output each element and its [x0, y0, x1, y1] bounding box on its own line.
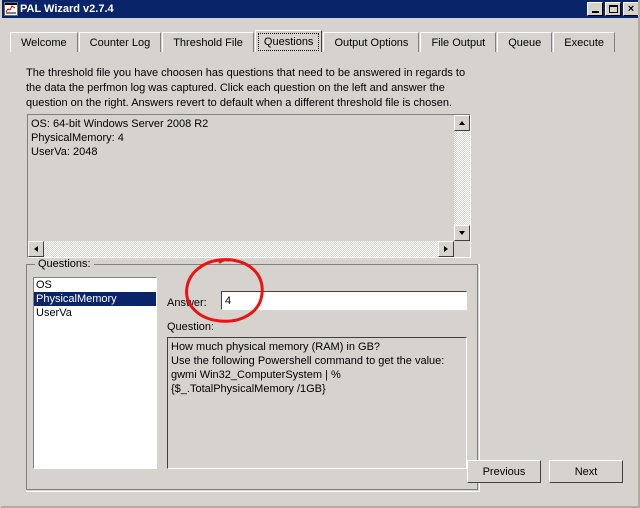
title-bar[interactable]: PAL Wizard v2.7.4 × — [2, 0, 638, 18]
tab-execute[interactable]: Execute — [553, 32, 616, 52]
horizontal-scrollbar[interactable] — [28, 241, 454, 257]
tab-label: Questions — [263, 35, 314, 48]
answers-summary-box[interactable]: OS: 64-bit Windows Server 2008 R2 Physic… — [27, 114, 471, 258]
questions-group-legend: Questions: — [35, 258, 94, 270]
tab-welcome[interactable]: Welcome — [10, 32, 78, 52]
list-item[interactable]: OS — [34, 278, 156, 292]
scroll-left-button[interactable] — [28, 241, 44, 257]
tab-label: Execute — [564, 36, 605, 49]
list-item[interactable]: PhysicalMemory — [34, 292, 156, 306]
page-description: The threshold file you have choosen has … — [26, 67, 466, 109]
chevron-left-icon — [34, 246, 38, 252]
question-text-box: How much physical memory (RAM) in GB? Us… — [167, 337, 467, 469]
tab-label: Queue — [508, 36, 542, 49]
questions-list[interactable]: OS PhysicalMemory UserVa — [33, 277, 157, 469]
scroll-right-button[interactable] — [438, 241, 454, 257]
tab-counter-log[interactable]: Counter Log — [78, 32, 162, 52]
minimize-button[interactable] — [587, 2, 603, 16]
minimize-icon — [591, 11, 599, 13]
close-button[interactable]: × — [623, 2, 638, 16]
tab-threshold-file[interactable]: Threshold File — [162, 32, 254, 52]
tab-file-output[interactable]: File Output — [420, 32, 497, 52]
window-controls: × — [587, 2, 638, 16]
tab-output-options[interactable]: Output Options — [323, 32, 420, 52]
tab-label: Output Options — [334, 36, 409, 49]
tab-label: Counter Log — [89, 36, 151, 49]
tab-label: File Output — [431, 36, 486, 49]
next-button[interactable]: Next — [549, 460, 623, 483]
previous-button[interactable]: Previous — [467, 460, 541, 483]
vertical-scrollbar[interactable] — [454, 115, 470, 241]
tab-label: Welcome — [21, 36, 67, 49]
scrollbar-corner — [454, 241, 470, 257]
maximize-button[interactable] — [605, 2, 621, 16]
tab-label: Threshold File — [173, 36, 243, 49]
tab-queue[interactable]: Queue — [497, 32, 553, 52]
list-item[interactable]: UserVa — [34, 306, 156, 320]
chevron-down-icon — [459, 231, 465, 235]
chart-icon — [4, 2, 18, 16]
maximize-icon — [608, 5, 618, 13]
question-label: Question: — [167, 321, 215, 333]
window-title: PAL Wizard v2.7.4 — [20, 3, 114, 15]
answer-input[interactable] — [221, 291, 467, 310]
pal-wizard-window: PAL Wizard v2.7.4 × Welcome Counter Log … — [0, 0, 640, 508]
answer-label: Answer: — [167, 297, 207, 309]
tab-questions[interactable]: Questions — [254, 30, 323, 52]
scroll-down-button[interactable] — [454, 225, 470, 241]
questions-page: The threshold file you have choosen has … — [8, 52, 636, 502]
questions-group-box: Questions: OS PhysicalMemory UserVa Answ… — [26, 258, 480, 492]
chevron-up-icon — [459, 121, 465, 125]
scroll-up-button[interactable] — [454, 115, 470, 131]
close-icon: × — [627, 3, 635, 15]
answers-summary-text: OS: 64-bit Windows Server 2008 R2 Physic… — [31, 118, 209, 158]
tab-strip: Welcome Counter Log Threshold File Quest… — [10, 30, 634, 52]
chevron-right-icon — [444, 246, 448, 252]
